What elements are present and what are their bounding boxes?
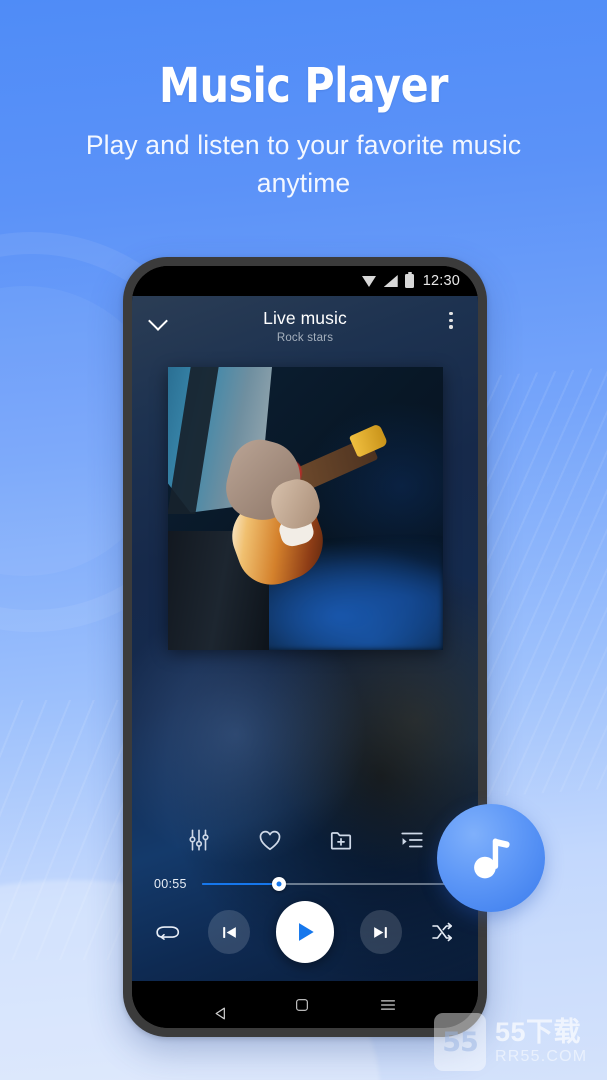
player-app-bar: Live music Rock stars xyxy=(132,296,478,358)
playlist-queue-icon[interactable] xyxy=(399,827,425,853)
seek-bar: 00:55 xyxy=(154,877,460,891)
page-subtitle: Play and listen to your favorite music a… xyxy=(85,130,522,198)
android-nav-bar xyxy=(132,981,478,1028)
page-title: Music Player xyxy=(158,58,449,114)
heart-icon[interactable] xyxy=(257,827,283,853)
watermark-text: 55下载 RR55.COM xyxy=(495,1018,587,1065)
wifi-icon xyxy=(361,275,377,287)
now-playing-titles: Live music Rock stars xyxy=(170,308,440,344)
chevron-down-icon[interactable] xyxy=(148,309,170,331)
elapsed-time: 00:55 xyxy=(154,877,187,891)
music-note-fab[interactable] xyxy=(437,804,545,912)
album-art xyxy=(167,367,443,650)
android-home-button[interactable] xyxy=(294,997,310,1013)
seek-track[interactable] xyxy=(202,877,460,891)
album-art-image xyxy=(167,367,443,650)
equalizer-icon[interactable] xyxy=(186,827,212,853)
repeat-button[interactable] xyxy=(154,917,182,947)
seek-thumb[interactable] xyxy=(272,877,287,891)
status-bar: 12:30 xyxy=(132,266,478,296)
add-to-folder-icon[interactable] xyxy=(328,827,354,853)
android-recents-button[interactable] xyxy=(379,996,397,1014)
next-button[interactable] xyxy=(360,910,402,954)
android-back-button[interactable] xyxy=(213,997,225,1019)
shuffle-button[interactable] xyxy=(428,917,456,947)
watermark-line1: 55下载 xyxy=(495,1017,582,1048)
hero-headings: Music Player Play and listen to your fav… xyxy=(0,62,607,202)
phone-mockup: 12:30 Live music Rock stars 00:55 xyxy=(123,257,487,1037)
kebab-menu-icon[interactable] xyxy=(440,312,462,329)
transport-controls xyxy=(132,901,478,963)
secondary-actions xyxy=(132,827,478,853)
battery-icon xyxy=(404,271,414,288)
watermark-logo: 55 xyxy=(434,1013,486,1071)
watermark: 55 55下载 RR55.COM xyxy=(434,1013,587,1071)
seek-fill xyxy=(202,882,280,886)
music-note-icon xyxy=(474,838,510,879)
track-title: Live music xyxy=(263,308,347,328)
watermark-line2: RR55.COM xyxy=(495,1047,588,1065)
watermark-logo-text: 55 xyxy=(442,1026,479,1058)
phone-screen-container: 12:30 Live music Rock stars 00:55 xyxy=(132,266,478,1028)
player-screen: Live music Rock stars 00:55 xyxy=(132,296,478,981)
signal-icon xyxy=(383,275,398,287)
status-bar-clock: 12:30 xyxy=(422,273,460,289)
play-button[interactable] xyxy=(275,901,335,963)
previous-button[interactable] xyxy=(208,910,250,954)
track-artist: Rock stars xyxy=(276,332,334,344)
